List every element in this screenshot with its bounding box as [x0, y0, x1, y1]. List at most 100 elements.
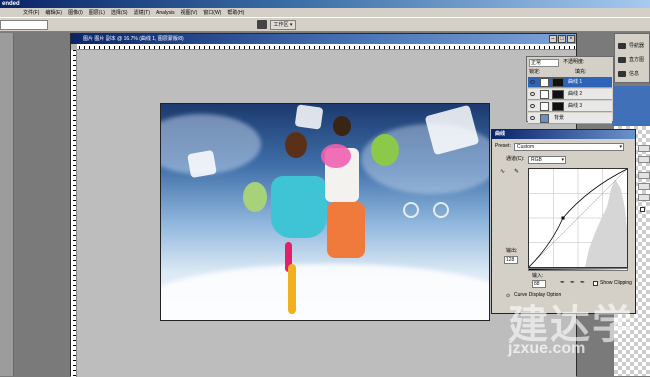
app-title-bar: ended	[0, 0, 650, 8]
blend-mode-select[interactable]: 正常	[529, 59, 559, 67]
layer-thumbnail	[540, 102, 549, 111]
curves-title: 曲线	[495, 131, 506, 137]
canvas-photo[interactable]	[160, 103, 490, 321]
menu-filter[interactable]: 滤镜(T)	[131, 8, 153, 18]
woman-dress	[271, 176, 327, 238]
show-clipping-checkbox[interactable]	[593, 281, 598, 286]
curve-graph-svg	[528, 168, 628, 268]
layer-thumbnail	[540, 90, 549, 99]
workspace-icon[interactable]	[257, 20, 267, 29]
white-eyedropper-icon[interactable]: ✒	[580, 280, 586, 287]
curves-dialog: 曲线 Preset: Custom ▾ 通道(C): RGB ▾ ∿ ✎ 输出: 1…	[491, 129, 636, 314]
menu-edit[interactable]: 编辑(E)	[42, 8, 65, 18]
layer-row[interactable]: 曲线 1	[528, 77, 612, 88]
woman-boot	[288, 264, 296, 314]
preset-select[interactable]: Custom ▾	[514, 143, 624, 151]
watermark-url: jzxue.com	[508, 340, 586, 357]
layer-mask-thumbnail[interactable]	[552, 78, 564, 87]
pink-ribbon	[321, 144, 351, 168]
info-label: 信息	[629, 71, 640, 77]
man-trousers	[327, 202, 365, 258]
navigator-panel: 导航器 直方图 信息	[614, 33, 650, 83]
layer-thumbnail	[540, 114, 549, 123]
cloud-floor	[161, 264, 489, 320]
output-field[interactable]: 128	[504, 256, 518, 264]
info-item[interactable]: 信息	[617, 68, 649, 80]
curve-graph[interactable]	[528, 168, 628, 268]
chevron-down-icon: ▾	[561, 157, 564, 163]
curves-title-bar[interactable]: 曲线	[492, 130, 635, 139]
layer-name: 曲线 3	[568, 103, 583, 109]
minimize-button[interactable]: –	[549, 35, 557, 43]
cancel-button[interactable]	[638, 156, 650, 163]
layer-row[interactable]: 背景	[528, 113, 612, 124]
info-icon	[618, 71, 626, 77]
output-label: 输出:	[506, 248, 518, 254]
black-eyedropper-icon[interactable]: ✒	[560, 280, 566, 287]
layer-row[interactable]: 曲线 2	[528, 89, 612, 100]
fill-label: 填充:	[575, 69, 587, 75]
toolbox-panel	[0, 33, 14, 376]
histogram-item[interactable]: 直方图	[617, 54, 649, 66]
layer-name: 背景	[554, 115, 565, 121]
histogram-icon	[618, 57, 626, 63]
close-button[interactable]: ×	[567, 35, 575, 43]
menu-image[interactable]: 图像(I)	[65, 8, 86, 18]
menu-analysis[interactable]: Analysis	[153, 8, 178, 18]
chevron-down-icon: ▾	[619, 144, 622, 150]
channel-label: 通道(C):	[506, 156, 525, 162]
options-bar: 工作区 ▾	[0, 18, 650, 32]
panel-strip	[612, 86, 650, 126]
gift-cloud-icon	[187, 149, 217, 179]
flower-bouquet	[243, 182, 267, 212]
auto-button[interactable]	[638, 183, 650, 190]
navigator-icon	[618, 43, 626, 49]
gray-eyedropper-icon[interactable]: ✒	[570, 280, 576, 287]
ok-button[interactable]	[638, 145, 650, 152]
channel-select[interactable]: RGB ▾	[528, 156, 566, 164]
navigator-label: 导航器	[629, 43, 645, 49]
menu-bar: 文件(F) 编辑(E) 图像(I) 图层(L) 选择(S) 滤镜(T) Analysis 视图…	[0, 8, 650, 18]
menu-layer[interactable]: 图层(L)	[86, 8, 108, 18]
man-hair	[333, 116, 351, 136]
bike-wheel-icon	[433, 202, 449, 218]
menu-help[interactable]: 帮助(H)	[224, 8, 247, 18]
options-button[interactable]	[638, 194, 650, 201]
workspace-button[interactable]: 工作区 ▾	[270, 20, 296, 30]
app-title: ended	[2, 1, 20, 7]
pencil-icon[interactable]: ✎	[514, 168, 519, 175]
bike-wheel-icon	[403, 202, 419, 218]
navigator-item[interactable]: 导航器	[617, 40, 649, 52]
input-gradient-bar	[528, 268, 628, 271]
flower-bouquet	[371, 134, 399, 166]
eye-icon[interactable]	[530, 116, 535, 120]
menu-view[interactable]: 视图(V)	[178, 8, 201, 18]
gift-cloud-icon	[294, 104, 324, 130]
document-title-bar[interactable]: 图片 图片 副本 @ 16.7% (曲线 1, 图层蒙版/8) – □ ×	[71, 34, 576, 44]
preview-checkbox[interactable]	[640, 207, 645, 212]
channel-value: RGB	[531, 157, 542, 163]
show-clipping-label: Show Clipping	[600, 280, 632, 286]
maximize-button[interactable]: □	[558, 35, 566, 43]
layer-mask-thumbnail[interactable]	[552, 90, 564, 99]
menu-select[interactable]: 选择(S)	[108, 8, 131, 18]
input-label: 输入:	[532, 273, 544, 279]
layer-thumbnail	[540, 78, 549, 87]
layer-row[interactable]: 曲线 3	[528, 101, 612, 112]
eye-icon[interactable]	[530, 92, 535, 96]
layer-name: 曲线 1	[568, 79, 583, 85]
eye-icon[interactable]	[530, 104, 535, 108]
menu-file[interactable]: 文件(F)	[20, 8, 42, 18]
preset-label: Preset:	[495, 143, 511, 149]
menu-window[interactable]: 窗口(W)	[200, 8, 224, 18]
tool-preset-field[interactable]	[0, 20, 48, 30]
lock-label: 锁定:	[529, 69, 541, 75]
smooth-button[interactable]	[638, 172, 650, 179]
preset-value: Custom	[517, 144, 535, 150]
input-field[interactable]: 88	[532, 280, 546, 288]
histogram-label: 直方图	[629, 57, 645, 63]
layer-mask-thumbnail[interactable]	[552, 102, 564, 111]
eye-icon[interactable]	[530, 80, 535, 84]
woman-hair	[285, 132, 307, 158]
curve-edit-icon[interactable]: ∿	[500, 168, 505, 175]
